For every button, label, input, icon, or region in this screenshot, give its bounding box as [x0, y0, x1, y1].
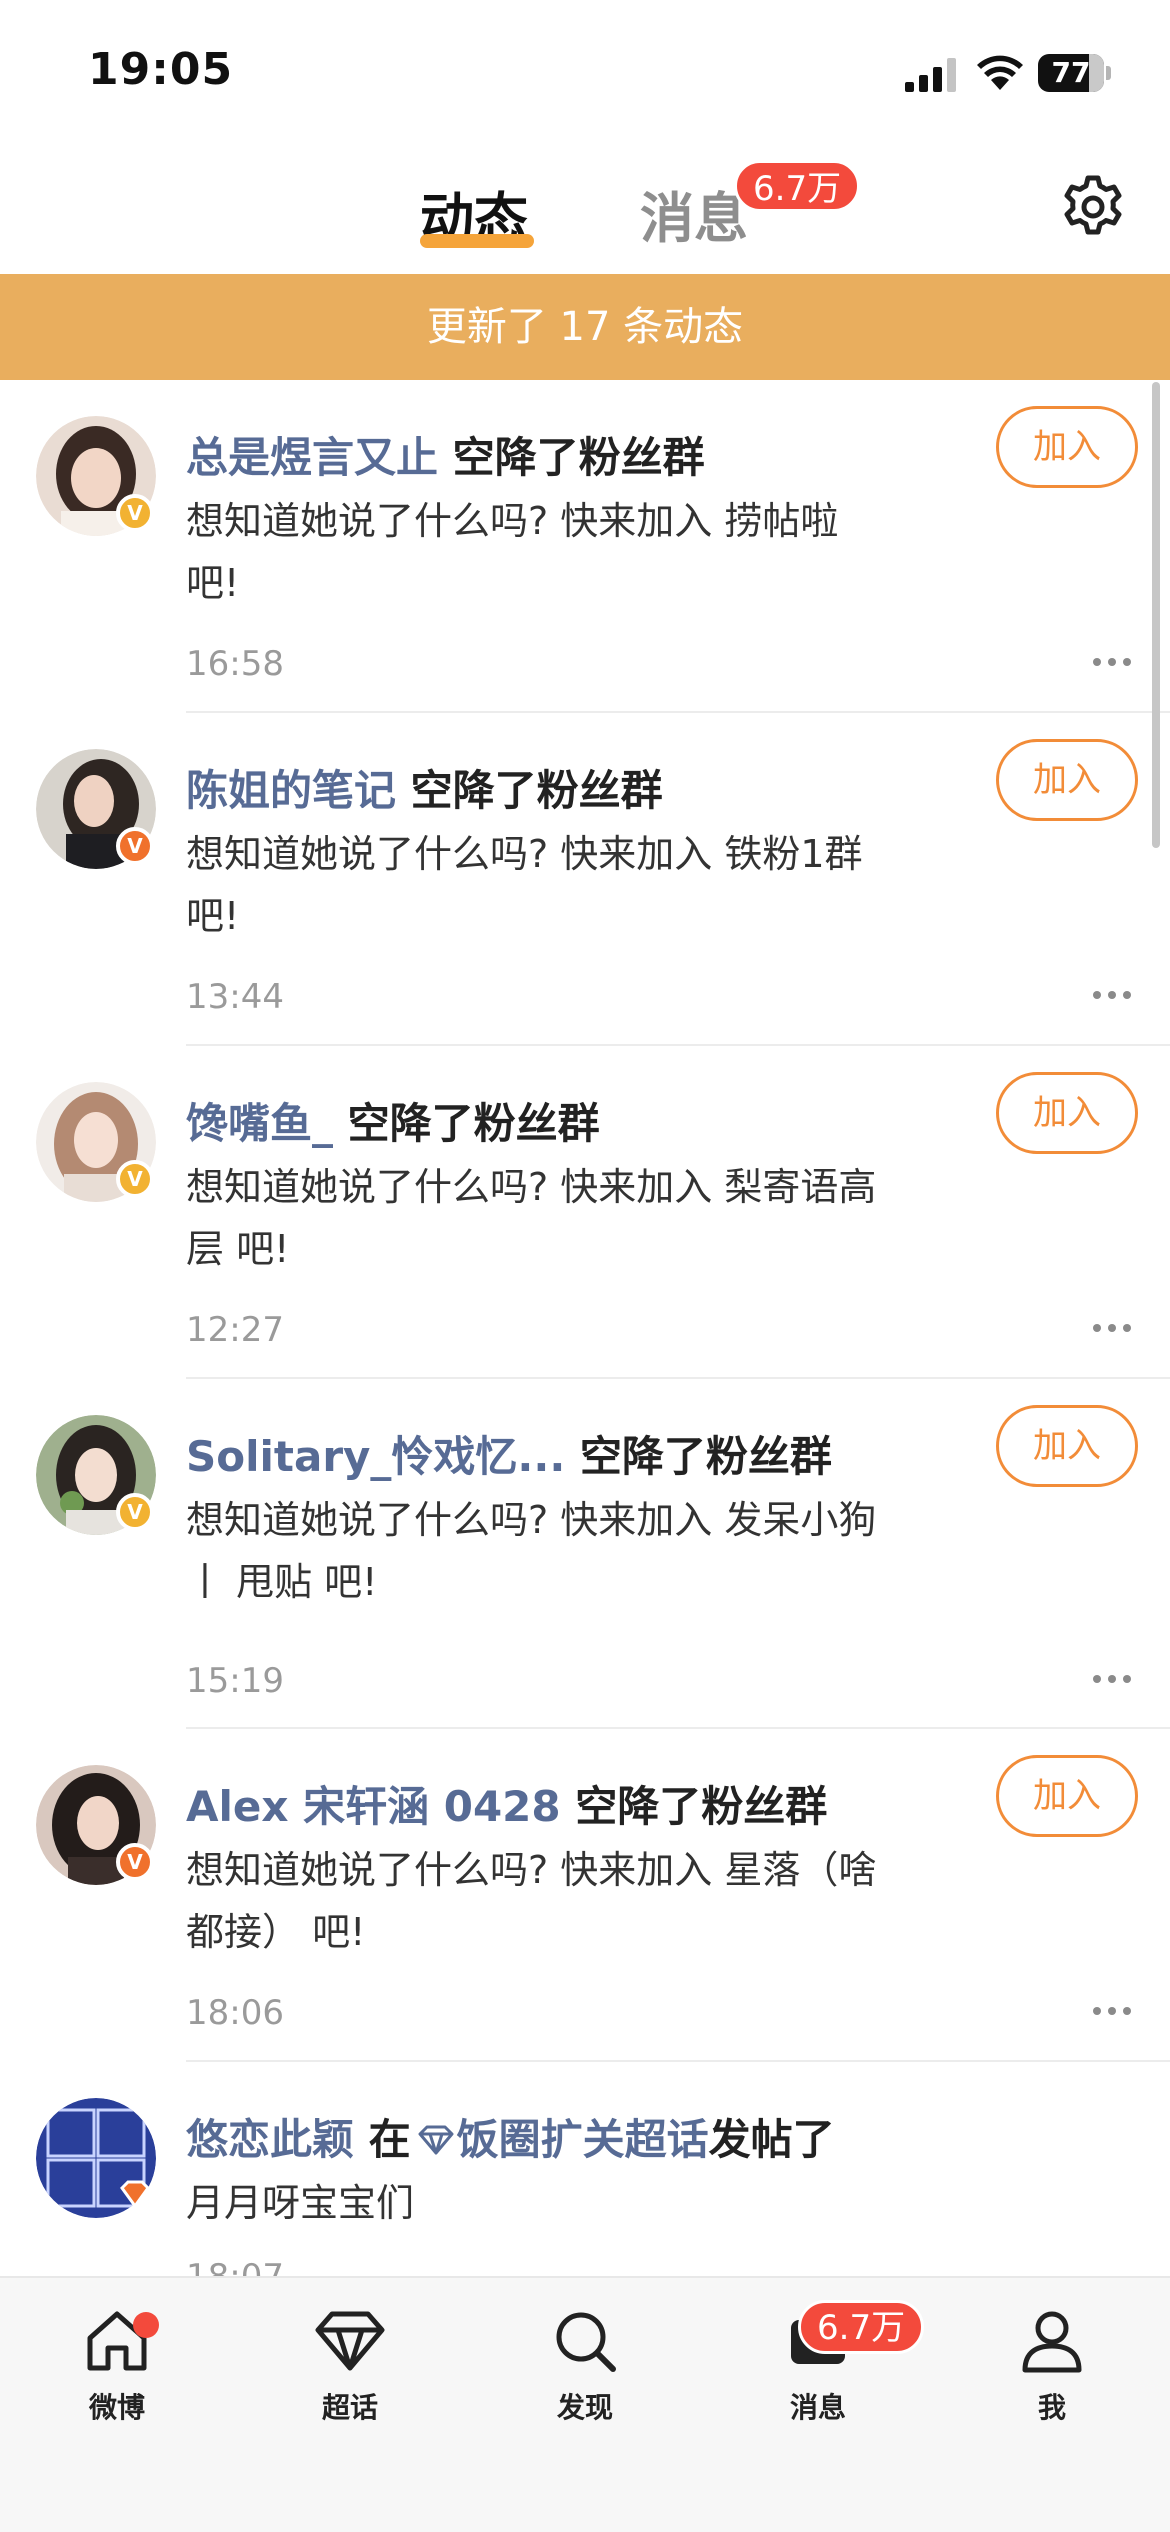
feed-list: V 总是煜言又止 空降了粉丝群 想知道她说了什么吗? 快来加入 捞帖啦 吧! 1… [0, 380, 1170, 2280]
more-options-icon[interactable] [1092, 989, 1132, 1001]
diamond-icon [315, 2311, 385, 2371]
item-time: 12:27 [186, 1310, 284, 1350]
tab-label: 发现 [556, 2391, 613, 2424]
item-time: 15:19 [186, 1661, 284, 1701]
status-bar: 19:05 77 [0, 0, 1170, 140]
top-tabs: 动态 消息 6.7万 [0, 140, 1170, 274]
item-title: 悠恋此颖 在饭圈扩关超话发帖了 [186, 2106, 835, 2167]
tab-active-indicator [420, 234, 534, 248]
more-options-icon[interactable] [1092, 1673, 1132, 1685]
action-text: 发帖了 [708, 2115, 835, 2164]
more-options-icon[interactable] [1092, 656, 1132, 668]
gear-icon[interactable] [1060, 174, 1126, 240]
super-topic-link[interactable]: 饭圈扩关超话 [457, 2115, 709, 2164]
profile-icon [1022, 2311, 1082, 2373]
join-button[interactable]: 加入 [996, 1405, 1138, 1487]
item-description: 想知道她说了什么吗? 快来加入 发呆小狗丨 甩贴 吧! [186, 1498, 877, 1604]
action-text: 空降了粉丝群 [347, 1099, 600, 1148]
item-description: 想知道她说了什么吗? 快来加入 梨寄语高层 吧! [186, 1165, 877, 1271]
tab-label: 超话 [321, 2391, 378, 2424]
user-name-link[interactable]: Alex 宋轩涵 0428 [186, 1782, 561, 1831]
user-name-link[interactable]: 陈姐的笔记 [186, 766, 396, 815]
bottom-tab-bar: 微博 超话 发现 6.7万 消息 我 [0, 2276, 1170, 2532]
item-description: 想知道她说了什么吗? 快来加入 捞帖啦 吧! [186, 499, 839, 605]
verified-badge-icon: V [116, 1160, 154, 1198]
join-button[interactable]: 加入 [996, 1072, 1138, 1154]
verified-badge-icon: V [116, 494, 154, 532]
tab-messages-bottom[interactable]: 6.7万 消息 [748, 2300, 925, 2466]
battery-level: 77 [1051, 56, 1091, 89]
action-text: 空降了粉丝群 [575, 1782, 828, 1831]
list-item[interactable]: 悠恋此颖 在饭圈扩关超话发帖了 月月呀宝宝们 18:07 [0, 2062, 1170, 2280]
item-title: Alex 宋轩涵 0428 空降了粉丝群 [186, 1773, 827, 1834]
item-title: 馋嘴鱼_ 空降了粉丝群 [186, 1090, 600, 1151]
item-description: 想知道她说了什么吗? 快来加入 星落（啥都接） 吧! [186, 1848, 877, 1954]
action-text: 空降了粉丝群 [452, 433, 705, 482]
item-title: 总是煜言又止 空降了粉丝群 [186, 424, 705, 485]
super-topic-icon [418, 2125, 454, 2155]
wifi-icon [977, 55, 1023, 90]
verified-badge-icon: V [116, 827, 154, 865]
messages-count-badge: 6.7万 [798, 2300, 925, 2354]
tab-label: 消息 [789, 2391, 846, 2424]
list-item[interactable]: V Alex 宋轩涵 0428 空降了粉丝群 想知道她说了什么吗? 快来加入 星… [0, 1729, 1170, 2062]
battery-icon: 77 [1038, 54, 1112, 92]
super-topic-badge-icon [120, 2180, 150, 2209]
item-time: 18:06 [186, 1993, 284, 2033]
item-description: 想知道她说了什么吗? 快来加入 铁粉1群 吧! [186, 832, 863, 938]
list-item[interactable]: V Solitary_怜戏忆... 空降了粉丝群 想知道她说了什么吗? 快来加入… [0, 1379, 1170, 1729]
more-options-icon[interactable] [1092, 1322, 1132, 1334]
action-text: 空降了粉丝群 [579, 1432, 832, 1481]
join-button[interactable]: 加入 [996, 739, 1138, 821]
messages-count-badge: 6.7万 [734, 160, 861, 212]
more-options-icon[interactable] [1092, 2005, 1132, 2017]
in-word: 在 [368, 2115, 411, 2164]
signal-icon [905, 58, 956, 92]
tab-discover[interactable]: 发现 [515, 2306, 655, 2466]
tab-label: 微博 [88, 2391, 145, 2424]
user-name-link[interactable]: Solitary_怜戏忆... [186, 1432, 565, 1481]
verified-badge-icon: V [116, 1493, 154, 1531]
list-item[interactable]: V 馋嘴鱼_ 空降了粉丝群 想知道她说了什么吗? 快来加入 梨寄语高层 吧! 1… [0, 1046, 1170, 1379]
tab-super-topic[interactable]: 超话 [280, 2306, 420, 2466]
search-icon [556, 2312, 616, 2372]
status-time: 19:05 [88, 44, 234, 95]
list-item[interactable]: V 陈姐的笔记 空降了粉丝群 想知道她说了什么吗? 快来加入 铁粉1群 吧! 1… [0, 713, 1170, 1046]
notification-dot [133, 2312, 159, 2338]
user-name-link[interactable]: 悠恋此颖 [186, 2115, 354, 2164]
scrollbar[interactable] [1152, 382, 1160, 848]
user-name-link[interactable]: 总是煜言又止 [186, 433, 438, 482]
action-text: 空降了粉丝群 [410, 766, 663, 815]
item-time: 16:58 [186, 644, 284, 684]
user-name-link[interactable]: 馋嘴鱼_ [186, 1099, 333, 1148]
item-time: 13:44 [186, 977, 284, 1017]
verified-badge-icon: V [116, 1843, 154, 1881]
item-description: 月月呀宝宝们 [186, 2181, 415, 2225]
tab-me[interactable]: 我 [982, 2306, 1122, 2466]
item-title: 陈姐的笔记 空降了粉丝群 [186, 757, 663, 818]
tab-weibo[interactable]: 微博 [47, 2306, 187, 2466]
join-button[interactable]: 加入 [996, 406, 1138, 488]
tab-messages[interactable]: 消息 [640, 174, 748, 253]
list-item[interactable]: V 总是煜言又止 空降了粉丝群 想知道她说了什么吗? 快来加入 捞帖啦 吧! 1… [0, 380, 1170, 713]
item-title: Solitary_怜戏忆... 空降了粉丝群 [186, 1423, 832, 1484]
tab-label: 我 [1037, 2391, 1066, 2424]
join-button[interactable]: 加入 [996, 1755, 1138, 1837]
update-banner[interactable]: 更新了 17 条动态 [0, 274, 1170, 380]
